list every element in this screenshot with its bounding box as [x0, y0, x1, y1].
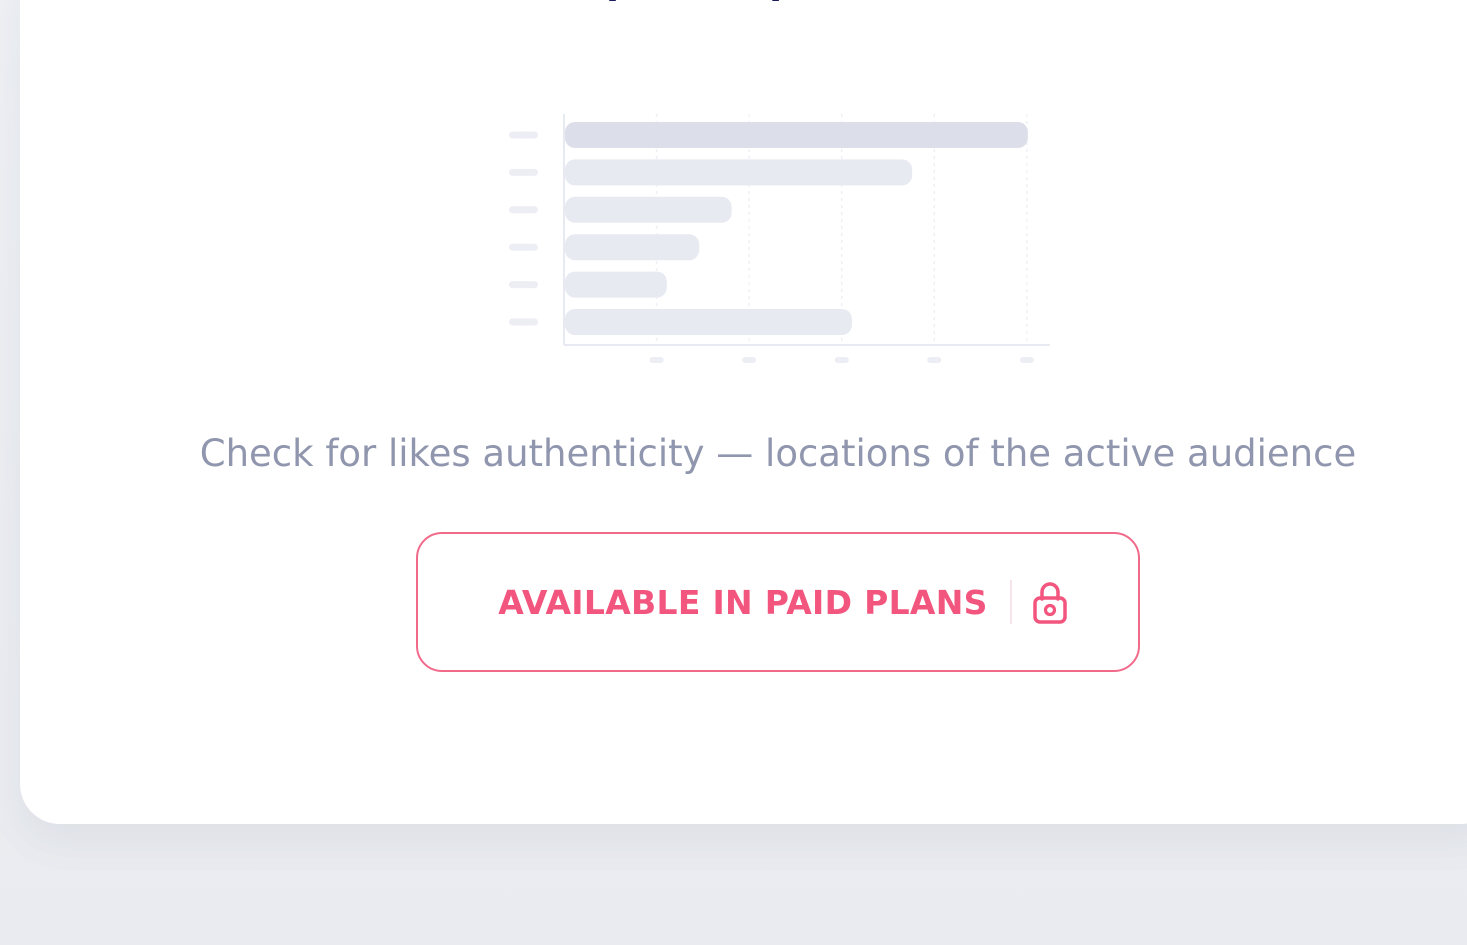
chart-bar: [565, 234, 700, 261]
audience-location-card: Audience Location (Likers) Check for lik…: [20, 0, 1467, 824]
placeholder-bar-chart: [502, 108, 1062, 373]
x-tick-label-placeholder: [742, 357, 757, 363]
category-label-placeholder: [509, 131, 538, 139]
chart-bar: [565, 159, 913, 186]
paid-button-label: AVAILABLE IN PAID PLANS: [498, 582, 988, 622]
category-label-placeholder: [509, 318, 538, 326]
chart-bar: [565, 196, 732, 223]
page: Audience Location (Likers) Check for lik…: [0, 0, 1467, 945]
chart-bar: [565, 122, 1028, 148]
category-label-placeholder: [509, 281, 538, 289]
chart-svg: [509, 114, 1050, 363]
x-tick-label-placeholder: [649, 357, 664, 363]
chart-bar: [565, 309, 852, 335]
category-label-placeholder: [509, 168, 538, 176]
card-description: Check for likes authenticity — locations…: [199, 432, 1357, 475]
category-label-placeholder: [509, 243, 538, 251]
available-in-paid-plans-button[interactable]: AVAILABLE IN PAID PLANS: [416, 532, 1140, 672]
lock-icon: [1032, 582, 1067, 624]
x-tick-label-placeholder: [927, 357, 942, 363]
button-divider: [1009, 580, 1012, 624]
x-tick-label-placeholder: [1019, 357, 1034, 363]
card-title: Audience Location (Likers): [126, 0, 789, 12]
chart-bar: [565, 271, 667, 298]
category-label-placeholder: [509, 206, 538, 214]
x-tick-label-placeholder: [834, 357, 849, 363]
